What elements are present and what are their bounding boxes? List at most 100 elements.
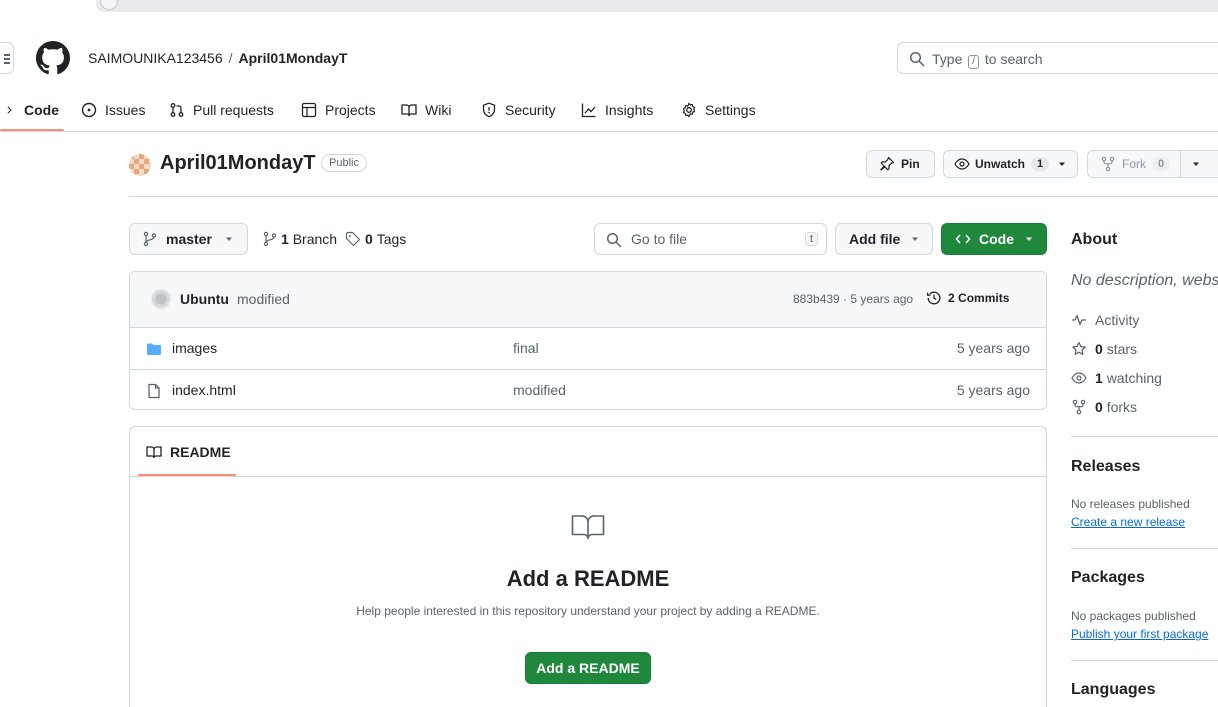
repo-link[interactable]: April01MondayT [239,50,348,66]
commit-hash-time[interactable]: 883b439 · 5 years ago [793,292,913,306]
owner-link[interactable]: SAIMOUNIKA123456 [88,50,223,66]
publish-package-link[interactable]: Publish your first package [1071,627,1208,641]
releases-title[interactable]: Releases [1071,458,1140,476]
menu-button[interactable] [0,42,14,74]
tab-wiki[interactable]: Wiki [401,98,451,122]
packages-title[interactable]: Packages [1071,569,1145,587]
branch-icon [263,231,277,247]
fork-label: Fork [1122,157,1146,171]
tab-pull-requests[interactable]: Pull requests [169,98,274,122]
pin-icon [880,156,895,171]
pull-request-icon [170,103,184,117]
stars-link[interactable]: 0 stars [1071,341,1137,357]
sidebar-divider [1071,660,1218,661]
repo-name-title[interactable]: April01MondayT [160,152,316,175]
chevron-down-icon [1059,162,1066,166]
global-search-input[interactable]: Type / to search [897,42,1218,74]
watching-link[interactable]: 1 watching [1071,370,1162,386]
visibility-badge: Public [321,154,367,172]
add-file-button[interactable]: Add file [835,223,933,255]
pin-button[interactable]: Pin [866,150,935,178]
tab-pull-requests-label: Pull requests [193,102,274,118]
fork-button[interactable]: Fork 0 [1087,150,1218,178]
fork-icon [1072,399,1086,415]
chevron-down-icon [1193,162,1200,166]
breadcrumb-separator: / [228,50,233,66]
file-commit-message[interactable]: modified [513,382,566,398]
repo-title-row: April01MondayT Public Pin Unwatch 1 Fork… [0,140,1218,198]
branch-select[interactable]: master [129,223,248,255]
search-placeholder: Type / to search [932,51,1043,69]
create-release-link[interactable]: Create a new release [1071,515,1185,529]
readme-tab-label: README [170,444,231,460]
browser-address-strip [0,0,1218,18]
forks-count: 0 [1095,399,1103,415]
shield-icon [482,102,496,118]
branch-count-label: Branch [292,231,338,247]
tab-insights[interactable]: Insights [581,98,653,122]
code-icon [7,106,12,114]
tag-count: 0 [365,231,373,247]
watching-label: watching [1106,370,1162,386]
go-to-file-input[interactable]: Go to file t [594,223,827,255]
file-name[interactable]: images [172,340,217,356]
commit-message[interactable]: modified [237,291,290,307]
tab-projects[interactable]: Projects [301,98,376,122]
pulse-icon [1072,314,1086,326]
eye-icon [1071,372,1087,384]
languages-title: Languages [1071,681,1156,698]
commit-author[interactable]: Ubuntu [180,291,229,307]
go-to-file-shortcut: t [805,232,819,246]
stars-count: 0 [1095,341,1103,357]
chevron-down-icon [225,237,232,241]
star-icon [1072,341,1086,355]
unwatch-button[interactable]: Unwatch 1 [943,150,1078,178]
tab-settings-label: Settings [705,102,756,118]
readme-description: Help people interested in this repositor… [356,604,820,618]
tag-count-label: Tags [376,231,407,247]
readme-heading: Add a README [506,566,670,591]
history-icon [926,291,941,305]
global-header: SAIMOUNIKA123456 / April01MondayT Type / t… [0,36,1218,86]
readme-divider [130,476,1046,477]
go-to-file-placeholder: Go to file [631,231,688,247]
readme-tab[interactable]: README [138,444,231,460]
tab-settings[interactable]: Settings [681,98,756,122]
book-icon [401,104,417,117]
commits-label: Commits [958,291,1010,305]
github-logo-icon[interactable] [36,41,70,75]
folder-icon [147,343,161,355]
file-commit-message[interactable]: final [513,340,539,356]
commits-count: 2 [948,291,955,305]
file-time: 5 years ago [956,382,1030,398]
gear-icon [682,102,696,118]
commit-author-avatar[interactable] [150,288,172,310]
branch-name: master [166,231,212,247]
code-dropdown-button[interactable]: Code [941,223,1047,255]
about-sidebar: About No description, website Activity 0… [1071,220,1218,707]
fork-icon [1101,156,1115,172]
code-brackets-icon [955,234,971,244]
tab-code[interactable]: Code [6,98,59,122]
commits-history-link[interactable]: 2 Commits [926,290,1009,306]
branch-count: 1 [281,231,289,247]
owner-avatar [129,154,151,176]
file-name[interactable]: index.html [172,382,236,398]
add-readme-button[interactable]: Add a README [525,652,651,684]
issue-icon [81,102,97,118]
branch-count-link[interactable]: 1 Branch [262,231,337,247]
sidebar-divider [1071,436,1218,437]
forks-link[interactable]: 0 forks [1071,399,1137,415]
tab-security[interactable]: Security [481,98,556,122]
tag-icon [345,231,361,247]
active-tab-underline [0,129,64,131]
tag-count-link[interactable]: 0 Tags [345,231,406,247]
activity-link[interactable]: Activity [1071,312,1139,328]
chevron-down-icon [1026,237,1032,241]
tab-issues[interactable]: Issues [81,98,145,122]
table-row[interactable]: index.html modified 5 years ago [130,369,1046,409]
table-row[interactable]: images final 5 years ago [130,328,1046,369]
readme-panel: README Add a README Help people interest… [129,426,1047,707]
chevron-down-icon [912,237,919,241]
stars-label: stars [1106,341,1138,357]
